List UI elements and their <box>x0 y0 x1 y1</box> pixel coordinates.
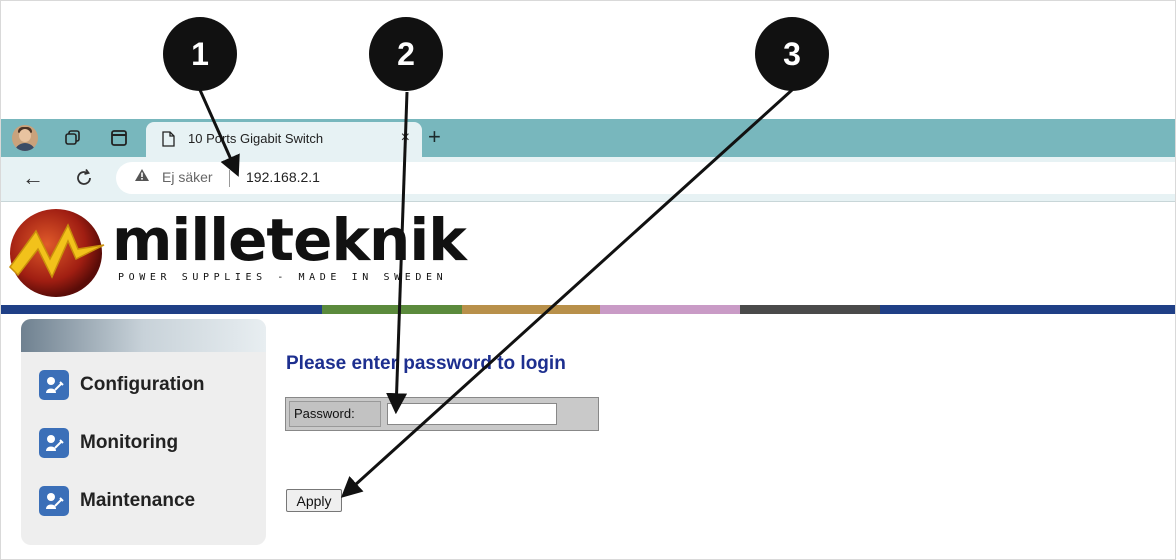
address-separator <box>229 170 230 187</box>
profile-avatar[interactable] <box>12 125 38 151</box>
reload-button[interactable] <box>74 163 94 196</box>
reload-icon <box>77 168 91 185</box>
browser-toolbar: ← Ej säker 192.168.2.1 <box>0 157 1176 202</box>
color-bar <box>0 305 1176 314</box>
avatar-face <box>19 129 31 142</box>
sidebar-item-monitoring[interactable]: Monitoring <box>39 427 178 459</box>
sidebar-item-maintenance[interactable]: Maintenance <box>39 485 195 517</box>
callout-badge-2: 2 <box>369 17 443 91</box>
tab-title: 10 Ports Gigabit Switch <box>188 131 324 146</box>
sidebar-item-label: Monitoring <box>80 432 179 453</box>
sidebar-item-label: Configuration <box>80 374 205 395</box>
login-title: Please enter password to login <box>286 353 566 374</box>
tools-icon <box>39 428 69 458</box>
tab-actions-icon[interactable] <box>106 125 132 151</box>
tools-icon <box>39 486 69 516</box>
color-bar-segment <box>322 305 462 314</box>
tab-active[interactable]: 10 Ports Gigabit Switch × <box>146 122 422 158</box>
security-status[interactable]: Ej säker <box>162 169 213 185</box>
color-bar-segment <box>740 305 880 314</box>
tools-icon <box>39 370 69 400</box>
url-text[interactable]: 192.168.2.1 <box>246 169 320 185</box>
color-bar-segment <box>880 305 1176 314</box>
address-bar[interactable]: Ej säker 192.168.2.1 <box>116 162 1176 194</box>
back-button[interactable]: ← <box>22 163 44 193</box>
workspaces-icon[interactable] <box>60 125 86 151</box>
password-row: Password: <box>285 397 599 431</box>
color-bar-segment <box>600 305 740 314</box>
sidebar-header <box>21 319 266 352</box>
sidebar-menu: Configuration Monitoring Maintenance <box>21 319 266 545</box>
warning-icon[interactable] <box>134 168 150 186</box>
brand-name: milleteknik <box>112 206 467 274</box>
brand-tagline: POWER SUPPLIES - MADE IN SWEDEN <box>118 272 448 283</box>
apply-button[interactable]: Apply <box>286 489 342 512</box>
sidebar-item-label: Maintenance <box>80 490 196 511</box>
color-bar-segment <box>0 305 322 314</box>
callout-badge-1: 1 <box>163 17 237 91</box>
password-label: Password: <box>289 401 381 427</box>
color-bar-segment <box>462 305 600 314</box>
sidebar-item-configuration[interactable]: Configuration <box>39 369 205 401</box>
callout-badge-3: 3 <box>755 17 829 91</box>
close-icon[interactable]: × <box>401 129 410 147</box>
new-tab-button[interactable]: + <box>428 123 441 151</box>
avatar-body <box>14 143 36 151</box>
password-input[interactable] <box>387 403 557 425</box>
page-icon <box>162 131 175 152</box>
